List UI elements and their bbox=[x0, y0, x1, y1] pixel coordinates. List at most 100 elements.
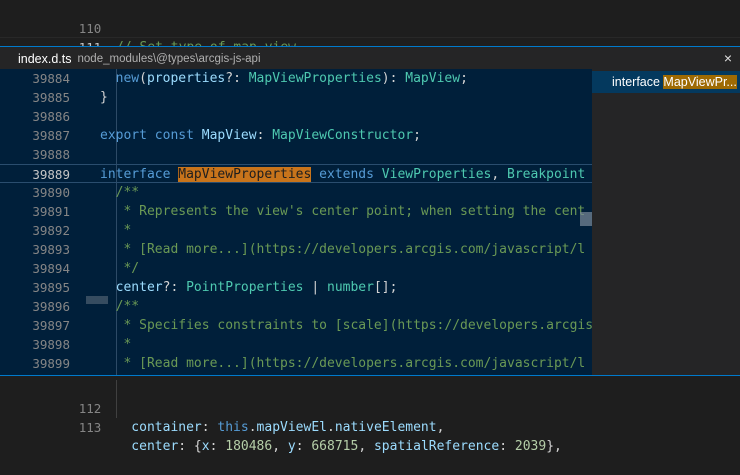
line-code: new(properties?: MapViewProperties): Map… bbox=[100, 69, 468, 88]
code-token: ): bbox=[381, 71, 406, 86]
line-code: } bbox=[100, 88, 108, 107]
code-token: 2039 bbox=[514, 439, 547, 454]
peek-line[interactable]: 39886 bbox=[0, 107, 592, 126]
peek-line[interactable]: 39884 new(properties?: MapViewProperties… bbox=[0, 69, 592, 88]
peek-line[interactable]: 39887 export const MapView: MapViewConstr… bbox=[0, 126, 592, 145]
peek-line[interactable]: 39890 /** bbox=[0, 183, 592, 202]
code-token: ?: bbox=[225, 71, 249, 86]
code-token: | bbox=[303, 280, 327, 295]
line-code: center?: PointProperties | number[]; bbox=[100, 278, 398, 297]
peek-line[interactable]: 39888 bbox=[0, 145, 592, 164]
line-code: container: this.mapViewEl.nativeElement, bbox=[100, 418, 444, 437]
code-token: * Specifies constraints to [scale](https… bbox=[100, 318, 592, 333]
editor-line[interactable]: 111 const mapViewProperties: esri.MapVie… bbox=[0, 19, 740, 74]
code-token: , bbox=[436, 420, 445, 435]
code-token: interface bbox=[100, 167, 179, 182]
code-token: x bbox=[201, 439, 210, 454]
line-number: 39899 bbox=[32, 356, 70, 371]
code-token: ?: bbox=[162, 280, 187, 295]
peek-line[interactable]: 39891 * Represents the view's center poi… bbox=[0, 202, 592, 221]
line-number: 39898 bbox=[32, 337, 70, 352]
peek-line[interactable]: 39889 interface MapViewProperties extends… bbox=[0, 164, 592, 183]
peek-file-path: node_modules\@types\arcgis-js-api bbox=[77, 52, 261, 65]
code-token: ; bbox=[413, 128, 421, 143]
line-number: 39892 bbox=[32, 223, 70, 238]
line-number: 113 bbox=[78, 420, 102, 435]
code-token: * Represents the view's center point; wh… bbox=[100, 204, 586, 219]
code-token: y bbox=[287, 439, 296, 454]
peek-line[interactable]: 39899 * [Read more...](https://developer… bbox=[0, 354, 592, 373]
line-number: 39891 bbox=[32, 204, 70, 219]
peek-line[interactable]: 39897 * Specifies constraints to [scale]… bbox=[0, 316, 592, 335]
code-token: * [Read more...](https://developers.arcg… bbox=[100, 356, 586, 371]
peek-bottom-border bbox=[0, 375, 740, 376]
code-token: 668715 bbox=[311, 439, 359, 454]
line-number: 39894 bbox=[32, 261, 70, 276]
code-token: 180486 bbox=[225, 439, 273, 454]
code-token: . bbox=[248, 420, 257, 435]
code-token: , bbox=[358, 439, 374, 454]
line-code: center: {x: 180486, y: 668715, spatialRe… bbox=[100, 437, 562, 456]
editor-line[interactable]: 113 center: {x: 180486, y: 668715, spati… bbox=[0, 399, 740, 454]
code-token: mapViewEl bbox=[256, 420, 327, 435]
code-token: new bbox=[100, 71, 140, 86]
peek-header: index.d.ts node_modules\@types\arcgis-js… bbox=[0, 46, 740, 70]
line-code: /** bbox=[100, 183, 140, 202]
line-code: * Represents the view's center point; wh… bbox=[100, 202, 585, 221]
code-token: */ bbox=[100, 261, 140, 276]
editor-line[interactable]: 112 container: this.mapViewEl.nativeElem… bbox=[0, 380, 740, 435]
line-number: 39896 bbox=[32, 299, 70, 314]
line-code: * Specifies constraints to [scale](https… bbox=[100, 316, 592, 335]
peek-line[interactable]: 39892 * bbox=[0, 221, 592, 240]
code-token: }, bbox=[546, 439, 562, 454]
code-editor[interactable]: 110 // Set type of map view 111 const ma… bbox=[0, 0, 740, 454]
code-token: , bbox=[272, 439, 288, 454]
code-token: export bbox=[100, 128, 155, 143]
peek-file-name[interactable]: index.d.ts bbox=[18, 52, 72, 66]
line-number: 39887 bbox=[32, 128, 70, 143]
code-token: container bbox=[100, 420, 202, 435]
line-number: 39893 bbox=[32, 242, 70, 257]
code-token: ; bbox=[460, 71, 468, 86]
peek-line[interactable]: 39894 */ bbox=[0, 259, 592, 278]
indent-guide bbox=[116, 380, 117, 418]
peek-editor[interactable]: 39884 new(properties?: MapViewProperties… bbox=[0, 69, 592, 375]
reference-prefix: interface bbox=[612, 75, 664, 89]
peek-line[interactable]: 39885} bbox=[0, 88, 592, 107]
code-token: number bbox=[327, 280, 374, 295]
close-icon[interactable]: × bbox=[724, 50, 732, 66]
line-number: 39895 bbox=[32, 280, 70, 295]
peek-line[interactable]: 39893 * [Read more...](https://developer… bbox=[0, 240, 592, 259]
code-token: : { bbox=[178, 439, 202, 454]
reference-highlight: MapViewPr... bbox=[663, 75, 737, 89]
divider bbox=[0, 37, 740, 38]
code-token: MapView bbox=[201, 128, 257, 143]
line-number: 39888 bbox=[32, 147, 70, 162]
code-token: : bbox=[499, 439, 515, 454]
line-number: 39884 bbox=[32, 71, 70, 86]
line-code: * [Read more...](https://developers.arcg… bbox=[100, 240, 585, 259]
line-number: 39885 bbox=[32, 90, 70, 105]
peek-line[interactable]: 39895 center?: PointProperties | number[… bbox=[0, 278, 592, 297]
code-token: nativeElement bbox=[334, 420, 437, 435]
line-code: interface MapViewProperties extends View… bbox=[100, 165, 585, 184]
line-code: * [Read more...](https://developers.arcg… bbox=[100, 354, 585, 373]
line-code: * bbox=[100, 335, 131, 354]
code-token: []; bbox=[373, 280, 398, 295]
code-token: center bbox=[100, 280, 163, 295]
code-token: , bbox=[491, 167, 508, 182]
code-token: : bbox=[209, 439, 226, 454]
code-token: MapViewProperties bbox=[178, 167, 312, 182]
line-code: * bbox=[100, 221, 131, 240]
code-token: * [Read more...](https://developers.arcg… bbox=[100, 242, 586, 257]
code-token: . bbox=[327, 420, 335, 435]
code-token: : bbox=[201, 420, 218, 435]
peek-scrollbar-slider[interactable] bbox=[580, 212, 592, 226]
peek-references-panel: interface MapViewPr... bbox=[592, 69, 740, 375]
line-number: 39886 bbox=[32, 109, 70, 124]
peek-reference-item[interactable]: interface MapViewPr... bbox=[592, 71, 740, 93]
peek-horizontal-scrollbar[interactable] bbox=[86, 296, 108, 304]
code-token: const bbox=[154, 128, 202, 143]
peek-line[interactable]: 39898 * bbox=[0, 335, 592, 354]
editor-line[interactable]: 110 // Set type of map view bbox=[0, 0, 740, 55]
